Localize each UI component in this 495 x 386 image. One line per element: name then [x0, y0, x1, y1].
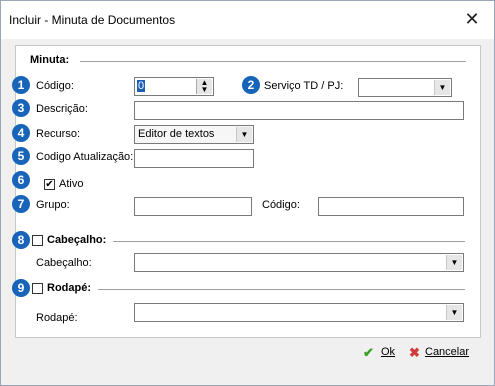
- recurso-combo[interactable]: Editor de textos ▼: [134, 125, 254, 144]
- badge-4: 4: [12, 124, 30, 142]
- cabecalho-divider: [113, 241, 465, 242]
- ok-label: Ok: [381, 346, 396, 358]
- form-panel: Minuta: 1 Código: 0 ▲ ▼ 2 Serviço TD / PJ…: [12, 45, 481, 338]
- badge-8: 8: [12, 231, 30, 249]
- close-icon[interactable]: ✕: [462, 9, 482, 29]
- grupo-codigo-field[interactable]: [318, 197, 464, 216]
- recurso-value: Editor de textos: [138, 128, 215, 140]
- grupo-label: Grupo:: [36, 199, 70, 211]
- check-icon: ✔: [363, 345, 374, 360]
- ativo-label: Ativo: [59, 178, 84, 190]
- rodape-divider: [98, 289, 465, 290]
- codigo-field[interactable]: 0 ▲ ▼: [134, 77, 214, 96]
- title-bar: Incluir - Minuta de Documentos ✕: [1, 1, 494, 39]
- rodape-label: Rodapé:: [36, 312, 78, 324]
- badge-2: 2: [242, 76, 260, 94]
- chevron-down-icon[interactable]: ▼: [446, 255, 462, 270]
- descricao-label: Descrição:: [36, 103, 88, 115]
- codigo-atualizacao-field[interactable]: [134, 149, 254, 168]
- chevron-down-icon[interactable]: ▼: [446, 305, 462, 320]
- recurso-label: Recurso:: [36, 128, 81, 140]
- chevron-down-icon[interactable]: ▼: [434, 80, 450, 95]
- rodape-checkbox[interactable]: [32, 283, 43, 294]
- window-title: Incluir - Minuta de Documentos: [9, 13, 176, 27]
- servico-label: Serviço TD / PJ:: [264, 80, 344, 92]
- cabecalho-group-label: Cabeçalho:: [47, 234, 107, 246]
- cabecalho-checkbox[interactable]: [32, 235, 43, 246]
- rodape-group-label: Rodapé:: [47, 282, 91, 294]
- badge-7: 7: [12, 195, 30, 213]
- cabecalho-label: Cabeçalho:: [36, 257, 92, 269]
- minuta-group-label: Minuta:: [30, 54, 70, 66]
- rodape-combo[interactable]: ▼: [134, 303, 464, 322]
- badge-5: 5: [12, 147, 30, 165]
- grupo-field[interactable]: [134, 197, 252, 216]
- codigo-spin-icon[interactable]: ▲ ▼: [196, 79, 212, 94]
- cancel-icon: ✖: [409, 345, 420, 360]
- cabecalho-combo[interactable]: ▼: [134, 253, 464, 272]
- grupo-codigo-label: Código:: [262, 199, 300, 211]
- codigo-value: 0: [137, 80, 146, 92]
- dialog-window: Incluir - Minuta de Documentos ✕ Minuta:…: [0, 0, 495, 386]
- badge-3: 3: [12, 99, 30, 117]
- badge-1: 1: [12, 76, 30, 94]
- badge-9: 9: [12, 279, 30, 297]
- badge-6: 6: [12, 171, 30, 189]
- codigo-label: Código:: [36, 80, 74, 92]
- servico-combo[interactable]: ▼: [358, 78, 452, 97]
- ativo-checkbox[interactable]: ✔: [44, 179, 55, 190]
- cancel-label: Cancelar: [425, 346, 470, 358]
- descricao-field[interactable]: [134, 101, 464, 120]
- minuta-divider: [80, 61, 466, 62]
- chevron-down-icon[interactable]: ▼: [236, 127, 252, 142]
- codigo-atualizacao-label: Codigo Atualização:: [36, 151, 134, 163]
